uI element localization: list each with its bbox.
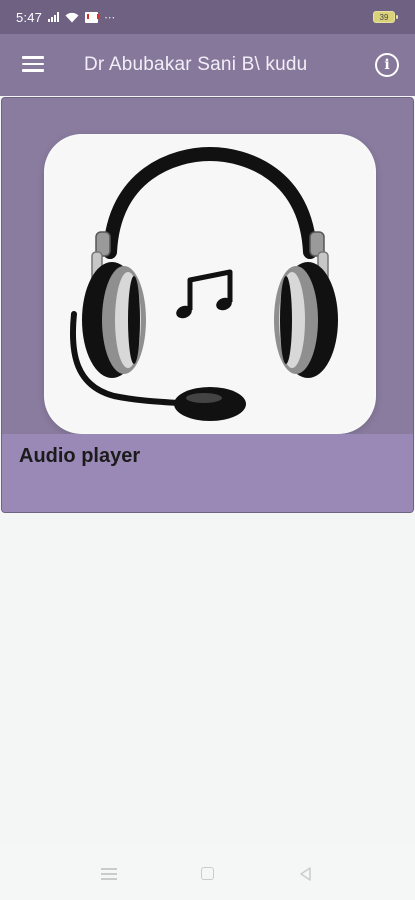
battery-level: 39: [379, 12, 389, 22]
status-bar: 5:47 ⋯ 39: [0, 0, 415, 34]
info-glyph: i: [384, 57, 390, 73]
audio-player-card[interactable]: Audio player: [1, 97, 414, 513]
gmail-icon: [85, 11, 100, 23]
app-bar: Dr Abubakar Sani B\ kudu i: [0, 34, 415, 96]
system-nav-bar: [0, 845, 415, 900]
more-notifications-icon: ⋯: [104, 11, 117, 24]
battery-icon: 39: [373, 11, 398, 23]
back-icon[interactable]: [298, 866, 314, 882]
headphones-music-icon: [44, 134, 376, 434]
signal-icon: [48, 12, 60, 22]
recents-icon[interactable]: [101, 868, 117, 880]
wifi-icon: [65, 12, 79, 22]
info-icon[interactable]: i: [375, 53, 399, 77]
card-label: Audio player: [19, 445, 141, 467]
status-time: 5:47: [16, 9, 43, 25]
home-icon[interactable]: [201, 867, 214, 880]
app-title: Dr Abubakar Sani B\ kudu: [84, 54, 308, 75]
hamburger-menu-icon[interactable]: [22, 56, 44, 74]
